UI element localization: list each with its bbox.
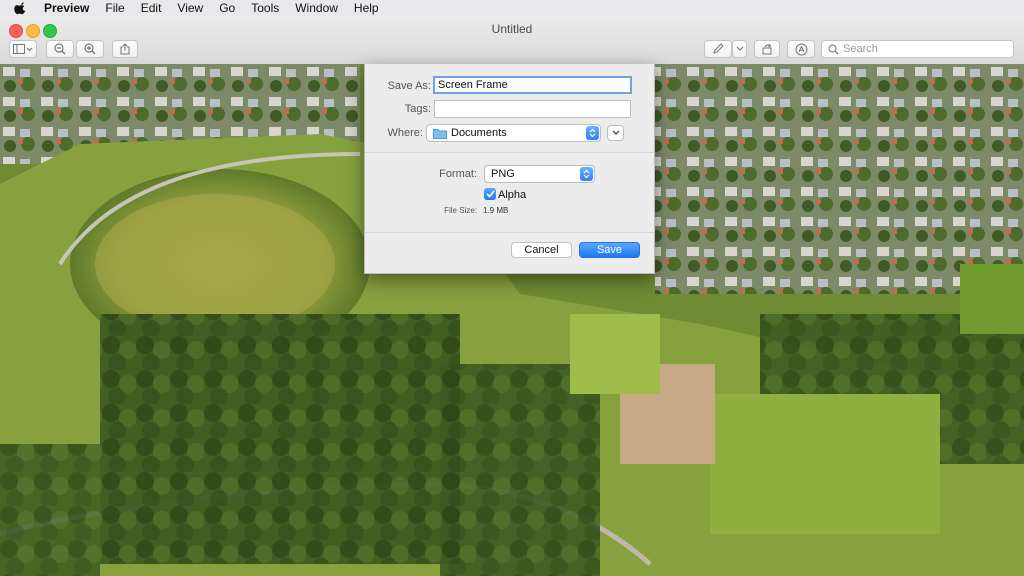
menu-preview[interactable]: Preview <box>36 0 97 16</box>
folder-icon <box>433 128 447 139</box>
share-button[interactable] <box>112 40 138 58</box>
where-stepper-icon <box>586 126 599 140</box>
save-button[interactable]: Save <box>579 242 640 258</box>
markup-menu-button[interactable] <box>732 40 747 58</box>
where-value: Documents <box>451 127 507 139</box>
menu-edit[interactable]: Edit <box>133 0 170 16</box>
menu-go[interactable]: Go <box>211 0 243 16</box>
tags-field[interactable] <box>434 100 631 118</box>
menu-bar: Preview File Edit View Go Tools Window H… <box>0 0 1024 16</box>
expand-dialog-button[interactable] <box>607 125 624 141</box>
alpha-checkbox[interactable] <box>484 188 496 200</box>
zoom-in-button[interactable] <box>76 40 104 58</box>
menu-window[interactable]: Window <box>287 0 346 16</box>
menu-help[interactable]: Help <box>346 0 387 16</box>
checkmark-icon <box>485 190 495 198</box>
rotate-icon <box>762 43 772 55</box>
format-stepper-icon <box>580 167 593 181</box>
where-label: Where: <box>387 127 423 139</box>
menu-file[interactable]: File <box>97 0 132 16</box>
zoom-out-button[interactable] <box>46 40 74 58</box>
apple-logo-icon[interactable] <box>14 1 28 15</box>
search-input[interactable] <box>843 43 1003 55</box>
sidebar-icon <box>13 44 33 54</box>
tags-label: Tags: <box>404 103 431 115</box>
search-field[interactable] <box>821 40 1014 58</box>
menu-view[interactable]: View <box>169 0 211 16</box>
separator <box>365 152 654 153</box>
format-value: PNG <box>491 168 515 180</box>
separator <box>365 232 654 233</box>
alpha-label: Alpha <box>498 189 527 201</box>
markup-pen-icon <box>713 43 724 54</box>
chevron-down-icon <box>736 46 743 51</box>
format-select[interactable]: PNG <box>484 165 595 183</box>
file-size-label: File Size: <box>444 206 477 215</box>
zoom-in-icon <box>84 43 96 55</box>
zoom-out-icon <box>54 43 66 55</box>
rotate-button[interactable] <box>754 40 780 58</box>
preview-window: Untitled Search Save As: Screen Frame Ta… <box>0 16 1024 576</box>
format-label: Format: <box>439 168 477 180</box>
window-title: Untitled <box>491 22 533 36</box>
menu-tools[interactable]: Tools <box>243 0 287 16</box>
share-icon <box>120 43 130 55</box>
sidebar-toggle-button[interactable] <box>9 40 37 58</box>
search-icon <box>828 43 839 54</box>
save-dialog: Save As: Tags: Where: Documents Format: … <box>364 64 655 274</box>
save-as-label: Save As: <box>387 80 431 92</box>
save-as-field[interactable] <box>433 76 632 94</box>
title-bar: Untitled <box>0 16 1024 65</box>
annotate-button[interactable] <box>787 40 815 58</box>
chevron-down-icon <box>612 130 619 135</box>
file-size-value: 1.9 MB <box>483 206 509 215</box>
markup-pen-button[interactable] <box>704 40 732 58</box>
annotate-icon <box>795 43 807 55</box>
where-select[interactable]: Documents <box>426 124 601 142</box>
cancel-button[interactable]: Cancel <box>511 242 572 258</box>
